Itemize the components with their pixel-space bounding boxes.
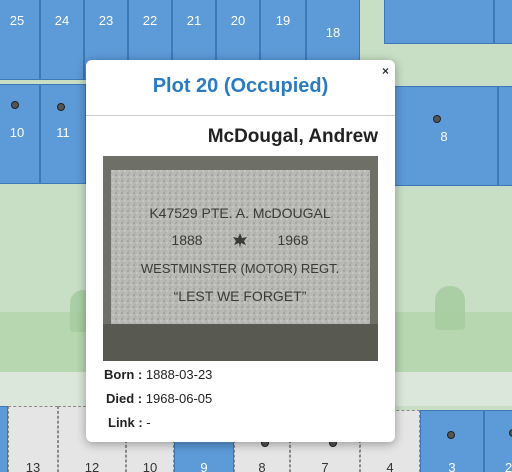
plot-number: 25 [9,13,25,28]
plot-info-popup: × Plot 20 (Occupied) McDougal, Andrew K4… [86,60,395,442]
plot-number: 10 [9,125,25,140]
plot-number: 11 [56,125,70,140]
plot-8[interactable]: 8 [394,86,498,186]
link-label: Link : [108,415,143,430]
plot-number: 20 [230,13,246,28]
plot-number: 19 [275,13,291,28]
plot-number: 8 [440,129,448,144]
plot-number: 13 [25,460,41,472]
plot-number: 2 [505,460,512,472]
plot-number: 3 [448,460,456,472]
plot-number: 22 [142,13,158,28]
popup-title: Plot 20 (Occupied) [152,75,329,97]
plot-number: 9 [200,460,208,472]
inscription-line4: “LEST WE FORGET” [174,288,307,304]
died-label: Died : [106,391,143,406]
plot-number: 21 [186,13,202,28]
headstone-shadow [435,286,465,330]
marker-pin-icon [57,103,65,111]
plot-10[interactable]: 10 [0,84,40,184]
headstone-photo: K47529 PTE. A. McDOUGAL 1888 1968 WESTMI… [103,156,378,361]
plot-unlabeled[interactable] [0,406,8,472]
plot-number: 24 [54,13,70,28]
plot-13[interactable]: 13 [8,406,58,472]
born-row: Born : 1888-03-23 [104,367,212,382]
plot-number: 12 [84,460,100,472]
plot-number: 8 [258,460,266,472]
link-row: Link : - [108,415,151,430]
marker-pin-icon [11,101,19,109]
inscription-year-born: 1888 [171,232,202,248]
inscription-line3: WESTMINSTER (MOTOR) REGT. [141,261,339,276]
marker-pin-icon [433,115,441,123]
plot-11[interactable]: 11 [40,84,86,184]
marker-pin-icon [447,431,455,439]
plot-3[interactable]: 3 [420,410,484,472]
born-label: Born : [104,367,143,382]
divider [86,115,395,116]
deceased-name: McDougal, Andrew [207,126,378,147]
plot-unlabeled[interactable] [494,0,512,44]
plot-number: 23 [98,13,114,28]
plot-25[interactable]: 25 [0,0,40,80]
inscription-year-died: 1968 [277,232,308,248]
plot-unlabeled[interactable] [384,0,494,44]
inscription-line1: K47529 PTE. A. McDOUGAL [149,205,331,221]
plot-number: 10 [142,460,158,472]
plot-unlabeled[interactable] [498,86,512,186]
plot-number: 4 [386,460,394,472]
born-value: 1888-03-23 [145,367,213,382]
died-value: 1968-06-05 [145,391,213,406]
plot-number: 18 [325,25,341,40]
link-value[interactable]: - [146,415,150,430]
plot-number: 7 [321,460,329,472]
plot-24[interactable]: 24 [40,0,84,80]
died-row: Died : 1968-06-05 [106,391,212,406]
plot-2[interactable]: 2 [484,410,512,472]
